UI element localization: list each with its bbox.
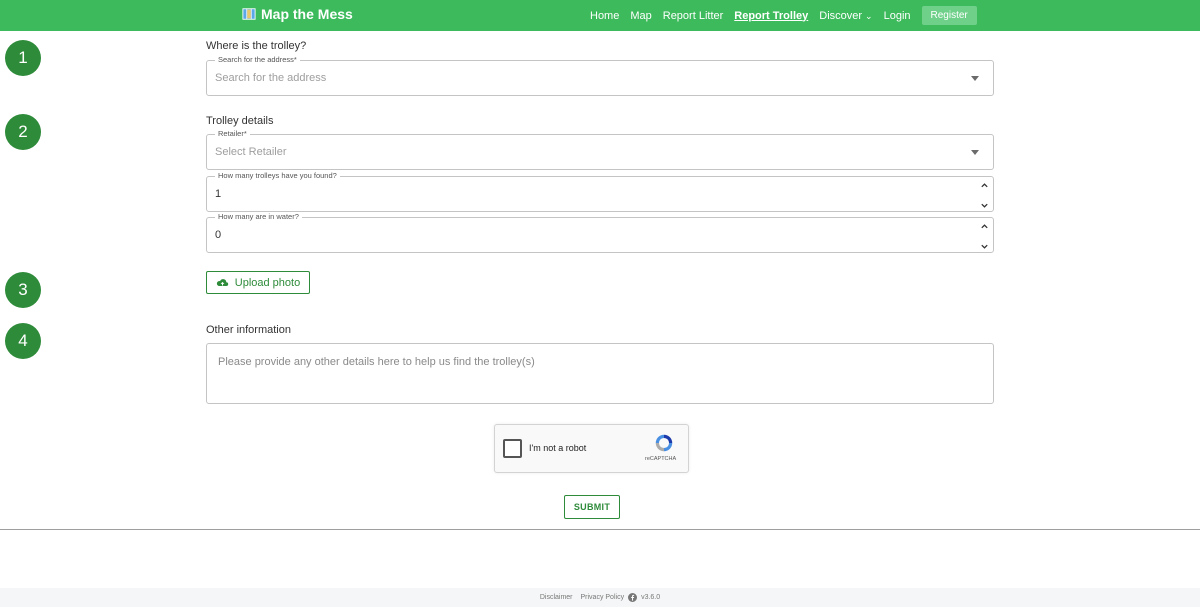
- divider: [0, 529, 1200, 530]
- step-indicator-3: 3: [5, 272, 41, 308]
- retailer-label: Retailer*: [215, 129, 250, 139]
- nav-map[interactable]: Map: [630, 10, 651, 22]
- in-water-count-stepper[interactable]: [979, 222, 989, 252]
- trolley-count-input[interactable]: How many trolleys have you found? 1: [206, 171, 994, 212]
- brand-name: Map the Mess: [261, 6, 353, 22]
- footer-disclaimer-link[interactable]: Disclaimer: [540, 594, 573, 601]
- upload-photo-label: Upload photo: [234, 276, 301, 289]
- dropdown-arrow-icon[interactable]: [971, 76, 979, 81]
- in-water-count-input[interactable]: How many are in water? 0: [206, 212, 994, 253]
- trolley-count-label: How many trolleys have you found?: [215, 171, 340, 181]
- trolley-count-stepper[interactable]: [979, 181, 989, 211]
- address-search-label: Search for the address*: [215, 55, 300, 65]
- address-search-placeholder: Search for the address: [215, 72, 327, 84]
- in-water-count-value: 0: [215, 229, 222, 241]
- facebook-icon[interactable]: [628, 593, 638, 602]
- map-icon: [242, 8, 256, 20]
- recaptcha-widget: I'm not a robot reCAPTCHA: [494, 424, 689, 473]
- chevron-down-icon[interactable]: [979, 201, 989, 211]
- recaptcha-brand: reCAPTCHA: [645, 456, 677, 462]
- nav-discover-label: Discover: [819, 9, 863, 22]
- footer-privacy-link[interactable]: Privacy Policy: [581, 594, 625, 601]
- other-info-textarea[interactable]: Please provide any other details here to…: [206, 343, 994, 404]
- cloud-upload-icon: [216, 278, 228, 286]
- upload-photo-button[interactable]: Upload photo: [206, 271, 310, 294]
- main-nav: Home Map Report Litter Report Trolley Di…: [590, 0, 977, 31]
- trolley-count-value: 1: [215, 188, 222, 200]
- footer-version: v3.6.0: [641, 594, 661, 601]
- nav-discover[interactable]: Discover ⌄: [819, 10, 872, 22]
- register-button[interactable]: Register: [921, 6, 977, 25]
- top-navbar: Map the Mess Home Map Report Litter Repo…: [0, 0, 1200, 31]
- retailer-placeholder: Select Retailer: [215, 146, 287, 158]
- brand-logo[interactable]: Map the Mess: [242, 6, 353, 22]
- chevron-up-icon[interactable]: [979, 222, 989, 232]
- other-info-section-title: Other information: [206, 324, 291, 336]
- location-section-title: Where is the trolley?: [206, 40, 307, 52]
- nav-home[interactable]: Home: [590, 10, 619, 22]
- other-info-placeholder: Please provide any other details here to…: [218, 356, 535, 368]
- chevron-down-icon: ⌄: [865, 10, 873, 21]
- recaptcha-checkbox[interactable]: [503, 439, 522, 458]
- chevron-down-icon[interactable]: [979, 242, 989, 252]
- nav-report-trolley[interactable]: Report Trolley: [734, 10, 808, 22]
- submit-button[interactable]: SUBMIT: [564, 495, 620, 519]
- recaptcha-label: I'm not a robot: [529, 443, 587, 453]
- chevron-up-icon[interactable]: [979, 181, 989, 191]
- details-section-title: Trolley details: [206, 115, 274, 127]
- step-indicator-1: 1: [5, 40, 41, 76]
- dropdown-arrow-icon[interactable]: [971, 150, 979, 155]
- in-water-count-label: How many are in water?: [215, 212, 302, 222]
- footer: Disclaimer Privacy Policy v3.6.0: [0, 588, 1200, 607]
- address-search-input[interactable]: Search for the address* Search for the a…: [206, 55, 994, 96]
- nav-report-litter[interactable]: Report Litter: [663, 10, 724, 22]
- retailer-select[interactable]: Retailer* Select Retailer: [206, 129, 994, 170]
- recaptcha-icon: [655, 434, 673, 452]
- step-indicator-4: 4: [5, 323, 41, 359]
- nav-login[interactable]: Login: [884, 10, 911, 22]
- step-indicator-2: 2: [5, 114, 41, 150]
